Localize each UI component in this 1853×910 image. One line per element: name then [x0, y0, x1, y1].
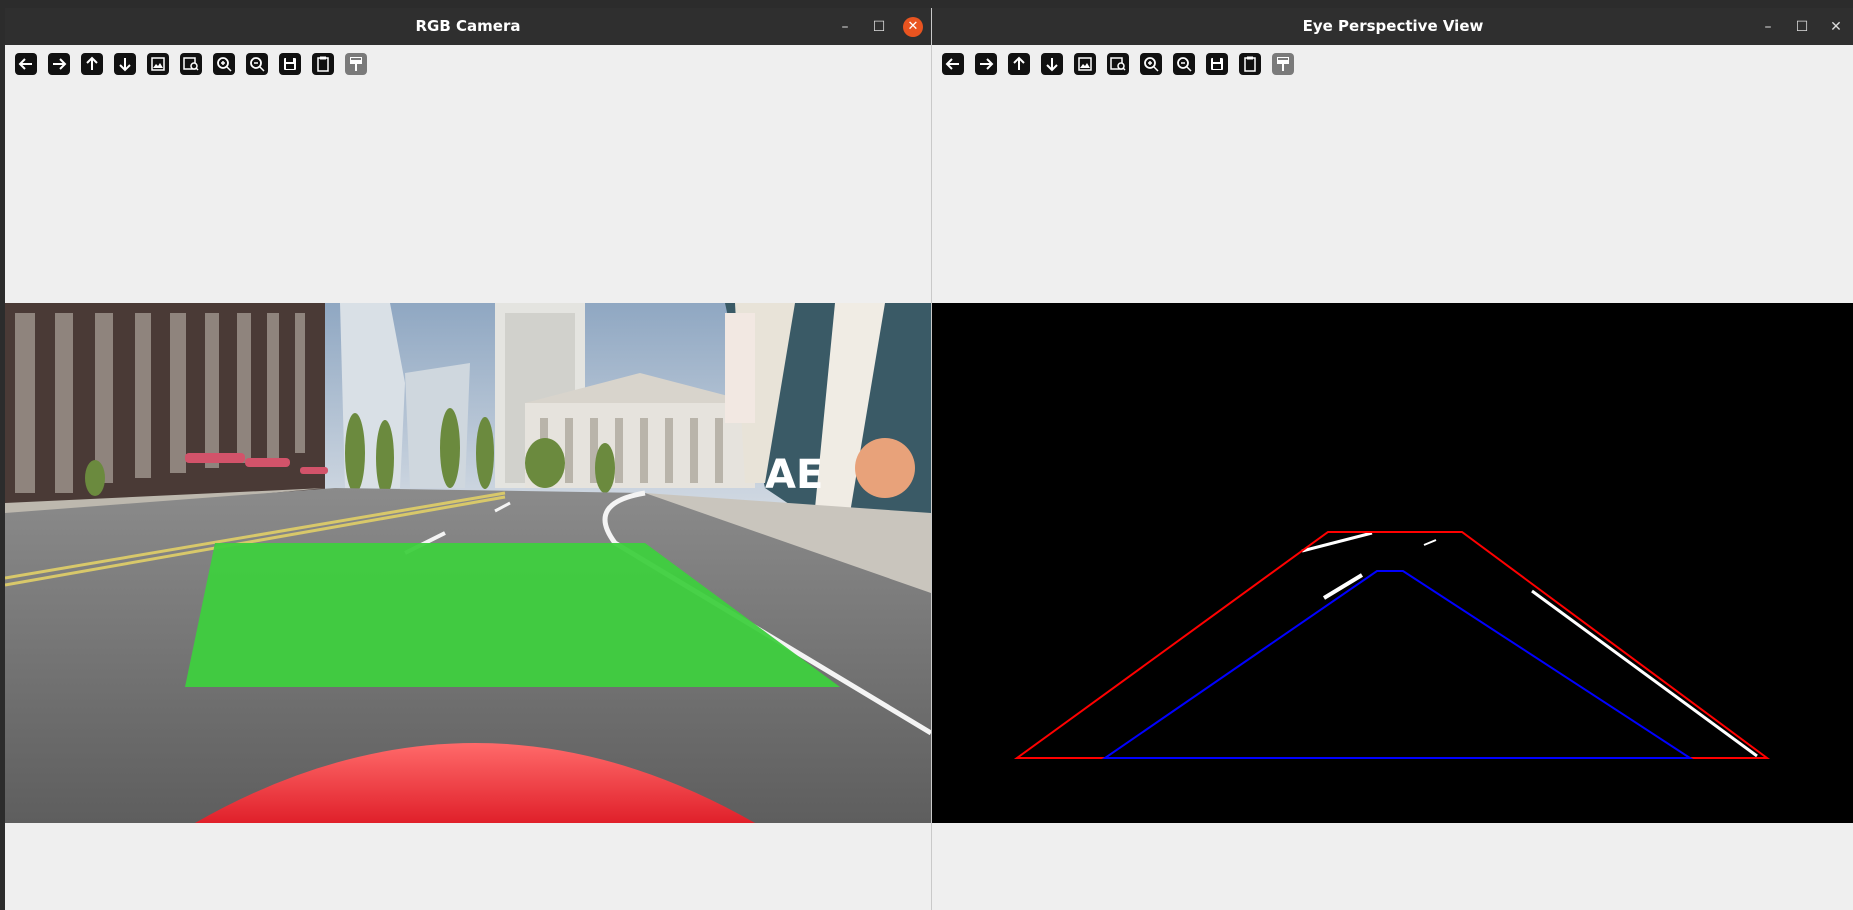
- maximize-button[interactable]: ☐: [1792, 17, 1812, 37]
- arrow-right-icon: [975, 53, 997, 75]
- zoom-in-button[interactable]: [1138, 51, 1164, 77]
- save-icon: [1206, 53, 1228, 75]
- title-bar[interactable]: RGB Camera – ☐ ✕: [5, 8, 931, 45]
- arrow-down-icon: [1041, 53, 1063, 75]
- arrow-left-icon: [942, 53, 964, 75]
- paint-icon: [345, 53, 367, 75]
- zoom-out-icon: [1173, 53, 1195, 75]
- arrow-up-icon: [81, 53, 103, 75]
- arrow-right-icon: [48, 53, 70, 75]
- zoom-in-icon: [1140, 53, 1162, 75]
- up-button[interactable]: [79, 51, 105, 77]
- perspective-view: [932, 303, 1853, 823]
- forward-button[interactable]: [973, 51, 999, 77]
- close-button[interactable]: ✕: [903, 16, 923, 37]
- desktop-top-bar: [0, 0, 1853, 8]
- clipboard-icon: [312, 53, 334, 75]
- camera-image: AE: [5, 303, 931, 823]
- perspective-image: [932, 303, 1853, 823]
- save-icon: [279, 53, 301, 75]
- clipboard-icon: [1239, 53, 1261, 75]
- save-button[interactable]: [1204, 51, 1230, 77]
- arrow-down-icon: [114, 53, 136, 75]
- arrow-left-icon: [15, 53, 37, 75]
- image-icon: [147, 53, 169, 75]
- toolbar: [13, 51, 369, 77]
- minimize-button[interactable]: –: [1758, 17, 1778, 37]
- zoom-out-button[interactable]: [244, 51, 270, 77]
- maximize-button[interactable]: ☐: [869, 17, 889, 37]
- image-icon: [1074, 53, 1096, 75]
- up-button[interactable]: [1006, 51, 1032, 77]
- image-search-icon: [180, 53, 202, 75]
- paint-icon: [1272, 53, 1294, 75]
- clipboard-button[interactable]: [1237, 51, 1263, 77]
- minimize-button[interactable]: –: [835, 17, 855, 37]
- back-button[interactable]: [13, 51, 39, 77]
- image-button[interactable]: [145, 51, 171, 77]
- zoom-in-button[interactable]: [211, 51, 237, 77]
- forward-button[interactable]: [46, 51, 72, 77]
- camera-view: AE: [5, 303, 931, 823]
- zoom-in-icon: [213, 53, 235, 75]
- save-button[interactable]: [277, 51, 303, 77]
- image-search-button[interactable]: [1105, 51, 1131, 77]
- toolbar: [940, 51, 1296, 77]
- window-title: RGB Camera: [415, 17, 521, 35]
- graffiti-text: AE: [765, 452, 823, 498]
- back-button[interactable]: [940, 51, 966, 77]
- title-bar[interactable]: Eye Perspective View – ☐ ✕: [932, 8, 1853, 45]
- image-search-button[interactable]: [178, 51, 204, 77]
- zoom-out-icon: [246, 53, 268, 75]
- clipboard-button[interactable]: [310, 51, 336, 77]
- image-search-icon: [1107, 53, 1129, 75]
- close-button[interactable]: ✕: [1826, 17, 1846, 37]
- down-button[interactable]: [1039, 51, 1065, 77]
- window-title: Eye Perspective View: [1302, 17, 1484, 35]
- rgb-camera-window: RGB Camera – ☐ ✕ AE: [5, 8, 931, 910]
- paint-button[interactable]: [343, 51, 369, 77]
- down-button[interactable]: [112, 51, 138, 77]
- eye-perspective-window: Eye Perspective View – ☐ ✕: [931, 8, 1853, 910]
- image-button[interactable]: [1072, 51, 1098, 77]
- zoom-out-button[interactable]: [1171, 51, 1197, 77]
- paint-button[interactable]: [1270, 51, 1296, 77]
- arrow-up-icon: [1008, 53, 1030, 75]
